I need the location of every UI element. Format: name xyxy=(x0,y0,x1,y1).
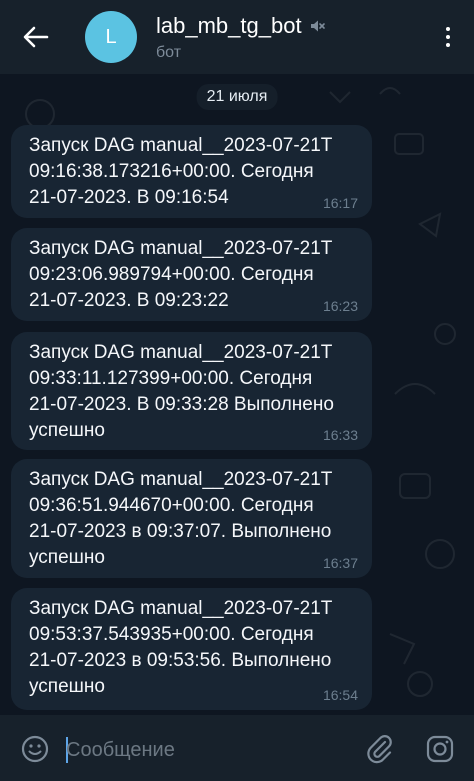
message-time: 16:17 xyxy=(322,195,358,211)
message-time: 16:23 xyxy=(322,298,358,314)
message-text: Запуск DAG manual__2023-07-21T 09:16:38.… xyxy=(29,135,333,208)
chat-title: lab_mb_tg_bot xyxy=(156,13,302,38)
message-text: Запуск DAG manual__2023-07-21T 09:23:06.… xyxy=(29,238,333,311)
message-bubble[interactable]: Запуск DAG manual__2023-07-21T 09:33:11.… xyxy=(11,332,372,450)
more-menu-button[interactable] xyxy=(436,21,460,53)
message-text: Запуск DAG manual__2023-07-21T 09:53:37.… xyxy=(29,598,333,697)
message-bubble[interactable]: Запуск DAG manual__2023-07-21T 09:53:37.… xyxy=(11,588,372,710)
back-button[interactable] xyxy=(16,17,56,57)
emoji-icon xyxy=(21,735,49,763)
telegram-chat-screen: L lab_mb_tg_bot бот 21 июля Запуск DAG m… xyxy=(0,0,474,781)
back-arrow-icon xyxy=(23,26,49,48)
attach-icon xyxy=(367,735,392,764)
message-bubble[interactable]: Запуск DAG manual__2023-07-21T 09:16:38.… xyxy=(11,125,372,218)
message-bubble[interactable]: Запуск DAG manual__2023-07-21T 09:36:51.… xyxy=(11,459,372,578)
message-bubble[interactable]: Запуск DAG manual__2023-07-21T 09:23:06.… xyxy=(11,228,372,321)
mute-icon xyxy=(308,17,326,35)
message-time: 16:33 xyxy=(322,427,358,443)
message-list[interactable]: 21 июля Запуск DAG manual__2023-07-21T 0… xyxy=(0,74,474,715)
message-input[interactable] xyxy=(64,731,348,769)
camera-icon xyxy=(426,735,454,763)
message-time: 16:54 xyxy=(322,687,358,703)
message-composer xyxy=(0,715,474,781)
more-vert-icon xyxy=(446,27,450,31)
date-separator: 21 июля xyxy=(196,84,278,110)
more-vert-dot xyxy=(446,43,450,47)
avatar[interactable]: L xyxy=(85,11,137,63)
message-time: 16:37 xyxy=(322,555,358,571)
chat-header: L lab_mb_tg_bot бот xyxy=(0,0,474,74)
attach-button[interactable] xyxy=(364,733,394,765)
more-vert-dot xyxy=(446,35,450,39)
message-text: Запуск DAG manual__2023-07-21T 09:33:11.… xyxy=(29,342,334,441)
camera-button[interactable] xyxy=(425,734,455,764)
chat-subtitle: бот xyxy=(156,44,182,61)
chat-title-row[interactable]: lab_mb_tg_bot xyxy=(156,12,326,40)
message-text: Запуск DAG manual__2023-07-21T 09:36:51.… xyxy=(29,469,333,568)
emoji-button[interactable] xyxy=(20,734,50,764)
